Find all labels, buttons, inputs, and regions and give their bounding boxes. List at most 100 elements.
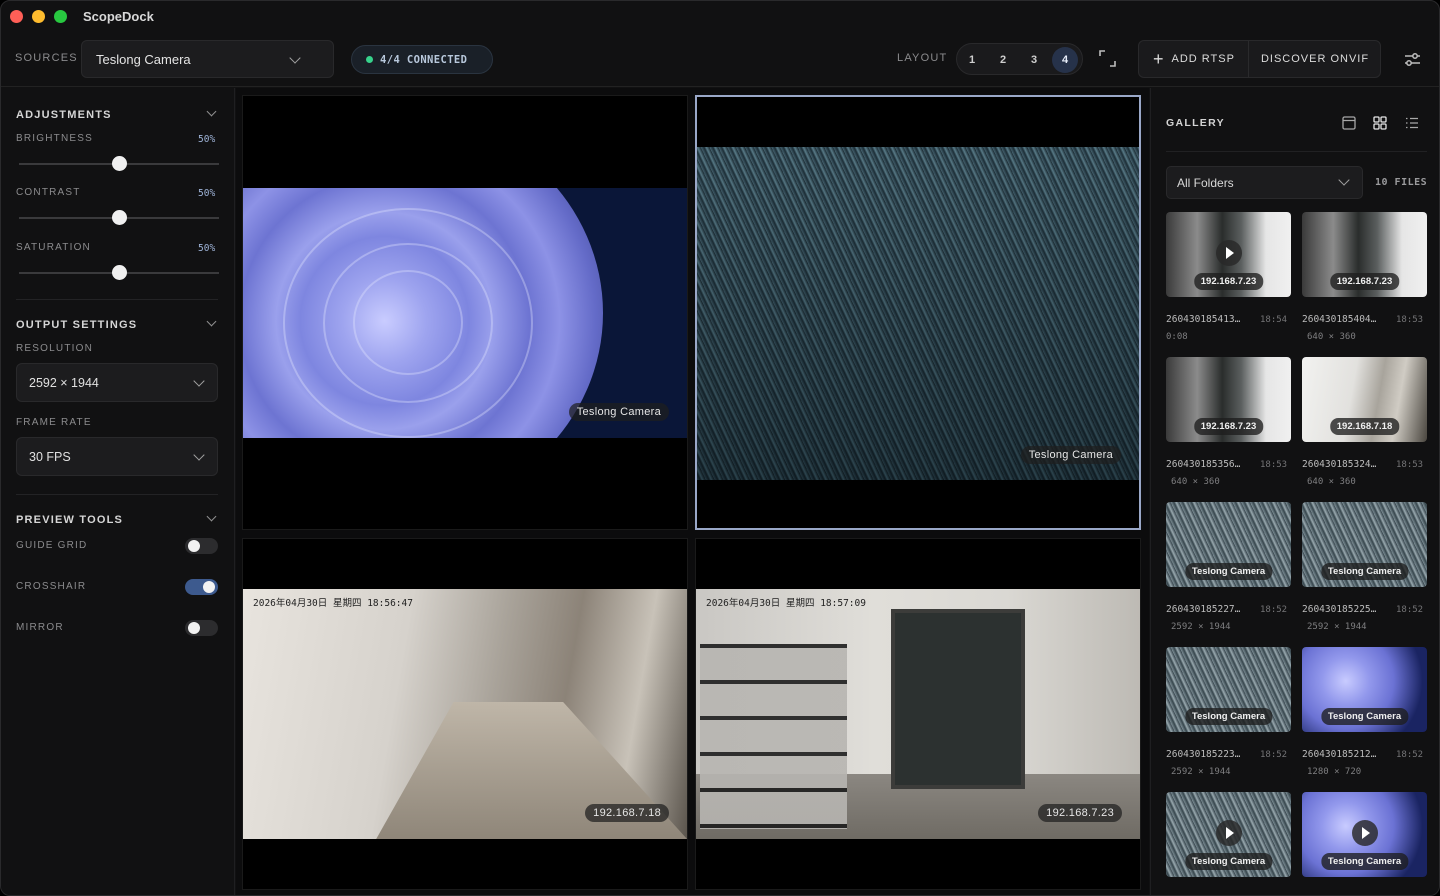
camera-feed-image: 2026年04月30日 星期四 18:56:47	[243, 589, 687, 839]
camera-feed-tile-selected[interactable]: Teslong Camera	[695, 95, 1141, 530]
file-meta: 640 × 360	[1171, 477, 1220, 487]
layout-option-2[interactable]: 2	[990, 47, 1016, 73]
file-name: 260430185223…	[1166, 749, 1241, 760]
gallery-panel: GALLERY All Folders 10 FILES 192.168.7.2…	[1150, 88, 1439, 895]
toolbar: SOURCES Teslong Camera 4/4 CONNECTED LAY…	[1, 33, 1439, 87]
camera-feed-grid: Teslong Camera Teslong Camera 2026年04月30…	[236, 88, 1149, 895]
thumbnail-label: Teslong Camera	[1320, 563, 1409, 580]
chevron-down-icon	[1338, 174, 1350, 186]
file-meta: 0:08	[1166, 332, 1188, 342]
resolution-label: RESOLUTION	[16, 343, 94, 354]
play-icon[interactable]	[1215, 239, 1242, 266]
layout-option-4[interactable]: 4	[1052, 47, 1078, 73]
thumbnail-label: 192.168.7.18	[1329, 418, 1400, 435]
thumbnail-label: Teslong Camera	[1320, 853, 1409, 870]
camera-feed-tile[interactable]: 2026年04月30日 星期四 18:57:09 192.168.7.23	[695, 538, 1141, 890]
folder-select-value: All Folders	[1177, 176, 1234, 190]
folder-select[interactable]: All Folders	[1166, 166, 1363, 199]
toggle-knob	[203, 581, 215, 593]
file-time: 18:52	[1260, 750, 1288, 760]
gallery-thumbnail[interactable]: Teslong Camera	[1166, 502, 1291, 587]
chevron-down-icon[interactable]	[206, 316, 217, 327]
plus-icon: +	[1153, 49, 1165, 69]
resolution-select[interactable]: 2592 × 1944	[16, 363, 218, 402]
list-view-icon[interactable]	[1405, 116, 1419, 130]
saturation-slider[interactable]	[19, 265, 219, 280]
adjustments-header[interactable]: ADJUSTMENTS	[16, 109, 112, 121]
mirror-toggle[interactable]	[185, 620, 218, 636]
camera-feed-tile[interactable]: 2026年04月30日 星期四 18:56:47 192.168.7.18	[242, 538, 688, 890]
contrast-slider[interactable]	[19, 210, 219, 225]
settings-sidebar: ADJUSTMENTS BRIGHTNESS 50% CONTRAST 50% …	[1, 88, 235, 895]
files-count: 10 FILES	[1375, 177, 1428, 188]
minimize-window-button[interactable]	[32, 10, 45, 23]
file-meta: 2592 × 1944	[1171, 622, 1231, 632]
zoom-window-button[interactable]	[54, 10, 67, 23]
camera-feed-label: Teslong Camera	[1020, 446, 1121, 464]
connection-status-badge: 4/4 CONNECTED	[351, 45, 493, 74]
saturation-label: SATURATION	[16, 242, 91, 253]
single-view-icon[interactable]	[1342, 116, 1356, 130]
close-window-button[interactable]	[10, 10, 23, 23]
file-time: 18:52	[1396, 750, 1424, 760]
brightness-slider[interactable]	[19, 156, 219, 171]
layout-label: LAYOUT	[897, 52, 948, 64]
file-name: 260430185225…	[1302, 604, 1377, 615]
resolution-value: 2592 × 1944	[29, 376, 99, 390]
gallery-thumbnail[interactable]: Teslong Camera	[1302, 647, 1427, 732]
app-title: ScopeDock	[83, 9, 154, 24]
room-shelf	[700, 644, 847, 829]
saturation-slider-thumb[interactable]	[112, 265, 127, 280]
camera-feed-image: 2026年04月30日 星期四 18:57:09	[696, 589, 1140, 839]
toggle-knob	[188, 622, 200, 634]
file-time: 18:52	[1260, 605, 1288, 615]
add-rtsp-label: ADD RTSP	[1171, 53, 1235, 65]
grid-view-icon[interactable]	[1373, 116, 1387, 130]
sliders-settings-icon[interactable]	[1404, 51, 1421, 68]
contrast-slider-thumb[interactable]	[112, 210, 127, 225]
thumbnail-label: Teslong Camera	[1184, 708, 1273, 725]
crosshair-toggle[interactable]	[185, 579, 218, 595]
brightness-slider-thumb[interactable]	[112, 156, 127, 171]
layout-option-1[interactable]: 1	[959, 47, 985, 73]
layout-option-3[interactable]: 3	[1021, 47, 1047, 73]
source-select[interactable]: Teslong Camera	[81, 40, 334, 78]
discover-onvif-button[interactable]: DISCOVER ONVIF	[1249, 41, 1381, 77]
status-dot-icon	[366, 56, 373, 63]
frame-rate-value: 30 FPS	[29, 450, 71, 464]
file-time: 18:53	[1396, 315, 1424, 325]
gallery-thumbnail[interactable]: Teslong Camera	[1302, 792, 1427, 877]
file-name: 260430185404…	[1302, 314, 1377, 325]
gallery-thumbnail[interactable]: Teslong Camera	[1166, 647, 1291, 732]
thumbnail-label: 192.168.7.23	[1193, 273, 1264, 290]
camera-feed-label: Teslong Camera	[568, 403, 669, 421]
gallery-thumbnail[interactable]: Teslong Camera	[1302, 502, 1427, 587]
mirror-label: MIRROR	[16, 622, 64, 633]
room-door	[891, 609, 1025, 789]
play-icon[interactable]	[1351, 819, 1378, 846]
toggle-knob	[188, 540, 200, 552]
guide-grid-toggle[interactable]	[185, 538, 218, 554]
thumbnail-label: Teslong Camera	[1184, 563, 1273, 580]
chevron-down-icon[interactable]	[206, 511, 217, 522]
gallery-thumbnail[interactable]: 192.168.7.23	[1166, 357, 1291, 442]
output-settings-header[interactable]: OUTPUT SETTINGS	[16, 319, 137, 331]
frame-rate-select[interactable]: 30 FPS	[16, 437, 218, 476]
gallery-thumbnail[interactable]: 192.168.7.23	[1166, 212, 1291, 297]
camera-osd-timestamp: 2026年04月30日 星期四 18:56:47	[253, 598, 413, 609]
saturation-value: 50%	[198, 243, 216, 254]
camera-feed-label: 192.168.7.23	[1038, 804, 1122, 822]
connection-status-text: 4/4 CONNECTED	[380, 53, 468, 66]
chevron-down-icon	[289, 52, 301, 64]
camera-feed-tile[interactable]: Teslong Camera	[242, 95, 688, 530]
gallery-thumbnail[interactable]: 192.168.7.23	[1302, 212, 1427, 297]
sources-label: SOURCES	[15, 52, 78, 64]
expand-icon[interactable]	[1099, 50, 1116, 67]
add-rtsp-button[interactable]: + ADD RTSP	[1139, 41, 1249, 77]
chevron-down-icon[interactable]	[206, 106, 217, 117]
gallery-thumbnail[interactable]: Teslong Camera	[1166, 792, 1291, 877]
title-bar: ScopeDock	[1, 1, 1439, 33]
gallery-thumbnail[interactable]: 192.168.7.18	[1302, 357, 1427, 442]
preview-tools-header[interactable]: PREVIEW TOOLS	[16, 514, 123, 526]
play-icon[interactable]	[1215, 819, 1242, 846]
